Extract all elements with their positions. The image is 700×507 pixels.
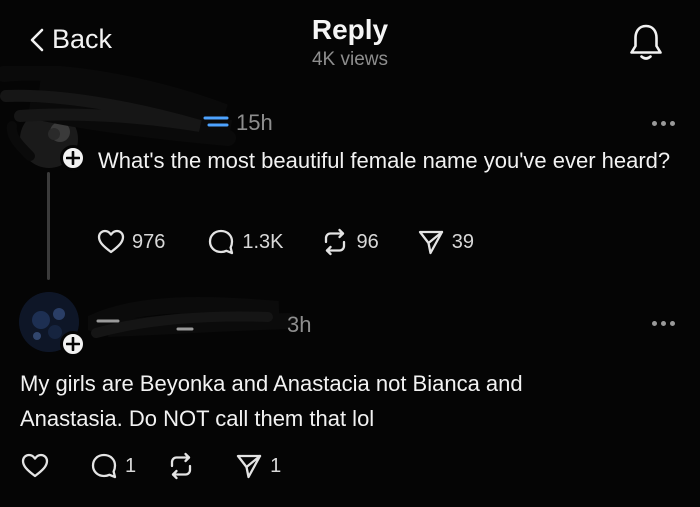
more-options-button[interactable]: [652, 121, 675, 126]
send-icon: [236, 454, 262, 479]
share-count: 1: [270, 454, 282, 477]
more-options-button[interactable]: [652, 321, 675, 326]
header: Reply 4K views: [0, 14, 700, 71]
thread-screen: Back Reply 4K views 15h What's the most …: [0, 0, 700, 507]
post-timestamp: 3h: [287, 312, 312, 337]
speech-bubble-icon: [91, 453, 117, 479]
plus-icon: [66, 151, 80, 165]
post-text: What's the most beautiful female name yo…: [98, 148, 671, 173]
redaction-scribble: [88, 297, 296, 338]
reply-button[interactable]: 1: [90, 452, 136, 480]
repost-icon: [324, 228, 345, 256]
reply-count: 1.3K: [242, 230, 284, 253]
post-actions: 976 1.3K 96 39: [97, 228, 474, 256]
repost-button[interactable]: [166, 452, 203, 480]
bell-icon[interactable]: [626, 22, 666, 62]
like-button[interactable]: [21, 453, 56, 479]
share-button[interactable]: 1: [235, 452, 281, 480]
follow-button[interactable]: [60, 145, 86, 171]
post-timestamp: 15h: [236, 110, 273, 135]
post-text: My girls are Beyonka and Anastacia not B…: [20, 371, 523, 431]
ellipsis-icon: [652, 321, 657, 326]
send-icon: [418, 230, 443, 255]
repost-icon: [170, 452, 192, 480]
reply-button[interactable]: 1.3K: [207, 228, 284, 256]
thread-line: [47, 172, 50, 280]
page-title: Reply: [311, 14, 389, 45]
heart-icon: [97, 229, 125, 254]
repost-count: 96: [356, 230, 379, 253]
like-count: 976: [132, 230, 166, 253]
like-button[interactable]: 976: [97, 229, 165, 255]
share-count: 39: [451, 230, 475, 253]
speech-bubble-icon: [209, 229, 234, 255]
plus-icon: [66, 337, 80, 351]
repost-button[interactable]: 96: [320, 228, 379, 256]
verified-badge-fragment: [203, 116, 229, 127]
heart-icon: [21, 453, 49, 478]
follow-button[interactable]: [60, 331, 86, 357]
post-actions: 1 1: [21, 452, 281, 480]
ellipsis-icon: [652, 121, 657, 126]
reply-count: 1: [125, 454, 137, 477]
share-button[interactable]: 39: [417, 228, 474, 256]
